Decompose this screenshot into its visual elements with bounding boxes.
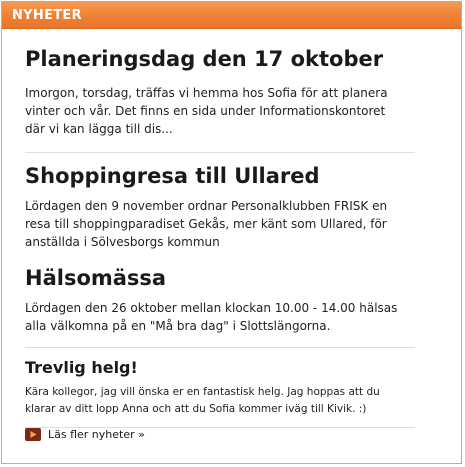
- news-item-line: Lördagen den 26 oktober mellan klockan 1…: [25, 301, 398, 315]
- news-item: Planeringsdag den 17 oktober Imorgon, to…: [25, 29, 415, 138]
- news-item-summary: Lördagen den 26 oktober mellan klockan 1…: [25, 299, 415, 335]
- read-more-news-link[interactable]: Läs fler nyheter »: [25, 428, 145, 441]
- news-item-line: Imorgon, torsdag, träffas vi hemma hos S…: [25, 86, 388, 100]
- news-item: Shoppingresa till Ullared Lördagen den 9…: [25, 153, 415, 251]
- news-item-summary: Imorgon, torsdag, träffas vi hemma hos S…: [25, 84, 415, 138]
- news-item: Trevlig helg! Kära kollegor, jag vill ön…: [25, 348, 415, 418]
- news-item-title[interactable]: Planeringsdag den 17 oktober: [25, 46, 415, 72]
- news-item-title[interactable]: Hälsomässa: [25, 265, 415, 291]
- news-item-line: anställda i Sölvesborgs kommun: [25, 235, 220, 249]
- play-arrow-icon: [25, 428, 41, 441]
- news-header-title: NYHETER: [12, 7, 82, 23]
- news-widget: NYHETER Planeringsdag den 17 oktober Imo…: [1, 1, 462, 464]
- news-item-line: klarar av ditt lopp Anna och att du Sofi…: [25, 403, 367, 415]
- news-item-line: vinter och vår. Det finns en sida under …: [25, 104, 386, 118]
- news-item-title[interactable]: Shoppingresa till Ullared: [25, 163, 415, 189]
- news-item-line: Lördagen den 9 november ordnar Personalk…: [25, 199, 388, 213]
- news-item-line: alla välkomna på en "Må bra dag" i Slott…: [25, 319, 331, 333]
- news-item-summary: Kära kollegor, jag vill önska er en fant…: [25, 384, 415, 418]
- news-list: Planeringsdag den 17 oktober Imorgon, to…: [25, 29, 415, 428]
- news-item-line: resa till shoppingparadiset Gekås, mer k…: [25, 217, 387, 231]
- news-item-line: Kära kollegor, jag vill önska er en fant…: [25, 386, 380, 398]
- news-item-title[interactable]: Trevlig helg!: [25, 358, 415, 378]
- news-header: NYHETER: [2, 2, 461, 29]
- news-item-summary: Lördagen den 9 november ordnar Personalk…: [25, 197, 415, 251]
- news-item: Hälsomässa Lördagen den 26 oktober mella…: [25, 251, 415, 335]
- news-item-line: där vi kan lägga till dis...: [25, 122, 173, 136]
- read-more-news-label: Läs fler nyheter »: [48, 428, 145, 441]
